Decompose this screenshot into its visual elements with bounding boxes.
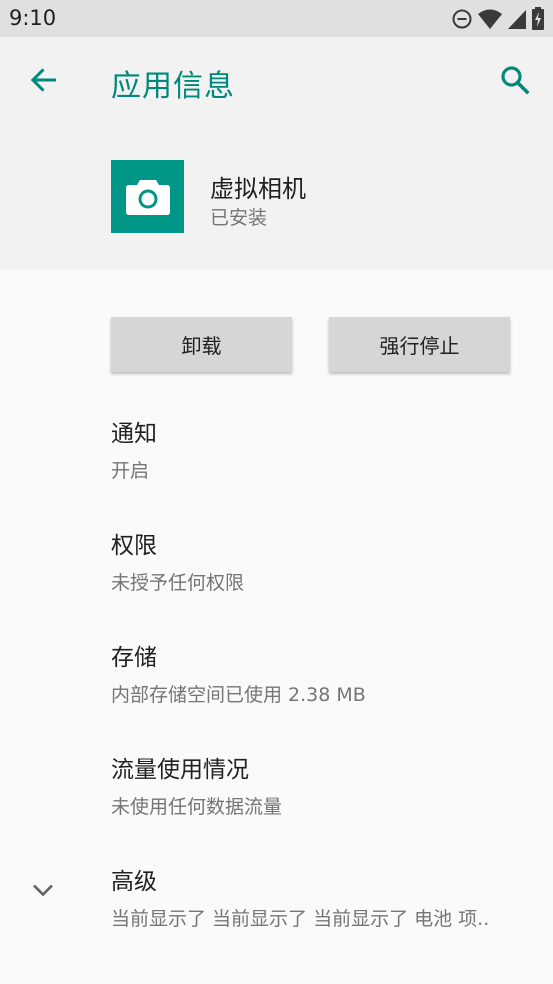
app-header [0,37,553,270]
setting-data-usage[interactable]: 流量使用情况 未使用任何数据流量 [111,750,541,819]
back-button[interactable] [26,62,62,98]
setting-storage[interactable]: 存储 内部存储空间已使用 2.38 MB [111,638,541,707]
setting-title: 流量使用情况 [111,757,249,783]
chevron-down-icon [33,884,53,897]
camera-icon [125,179,170,215]
setting-summary: 当前显示了 当前显示了 当前显示了 电池 项.. [111,908,490,930]
setting-title: 高级 [111,869,157,895]
status-bar: 9:10 [0,0,553,37]
status-time: 9:10 [9,6,57,30]
app-icon [111,160,184,233]
setting-title: 存储 [111,645,157,671]
setting-summary: 开启 [111,460,150,482]
search-button[interactable] [497,62,533,98]
app-name: 虚拟相机 [210,175,306,203]
setting-title: 通知 [111,421,157,447]
setting-summary: 未使用任何数据流量 [111,796,283,818]
uninstall-button[interactable]: 卸载 [111,317,292,372]
setting-title: 权限 [111,533,157,559]
search-icon [501,66,530,95]
arrow-back-icon [30,68,56,92]
setting-summary: 未授予任何权限 [111,572,245,594]
app-install-status: 已安装 [210,207,268,229]
status-icons [447,7,545,31]
setting-advanced[interactable]: 高级 当前显示了 当前显示了 当前显示了 电池 项.. [111,862,541,931]
setting-notifications[interactable]: 通知 开启 [111,414,541,483]
force-stop-button[interactable]: 强行停止 [329,317,510,372]
dnd-icon [452,9,472,29]
battery-charging-icon [532,7,544,30]
signal-icon [508,10,526,29]
wifi-icon [478,9,502,29]
page-title: 应用信息 [111,69,235,104]
setting-summary: 内部存储空间已使用 2.38 MB [111,684,366,706]
expand-advanced-button[interactable] [29,876,57,904]
setting-permissions[interactable]: 权限 未授予任何权限 [111,526,541,595]
